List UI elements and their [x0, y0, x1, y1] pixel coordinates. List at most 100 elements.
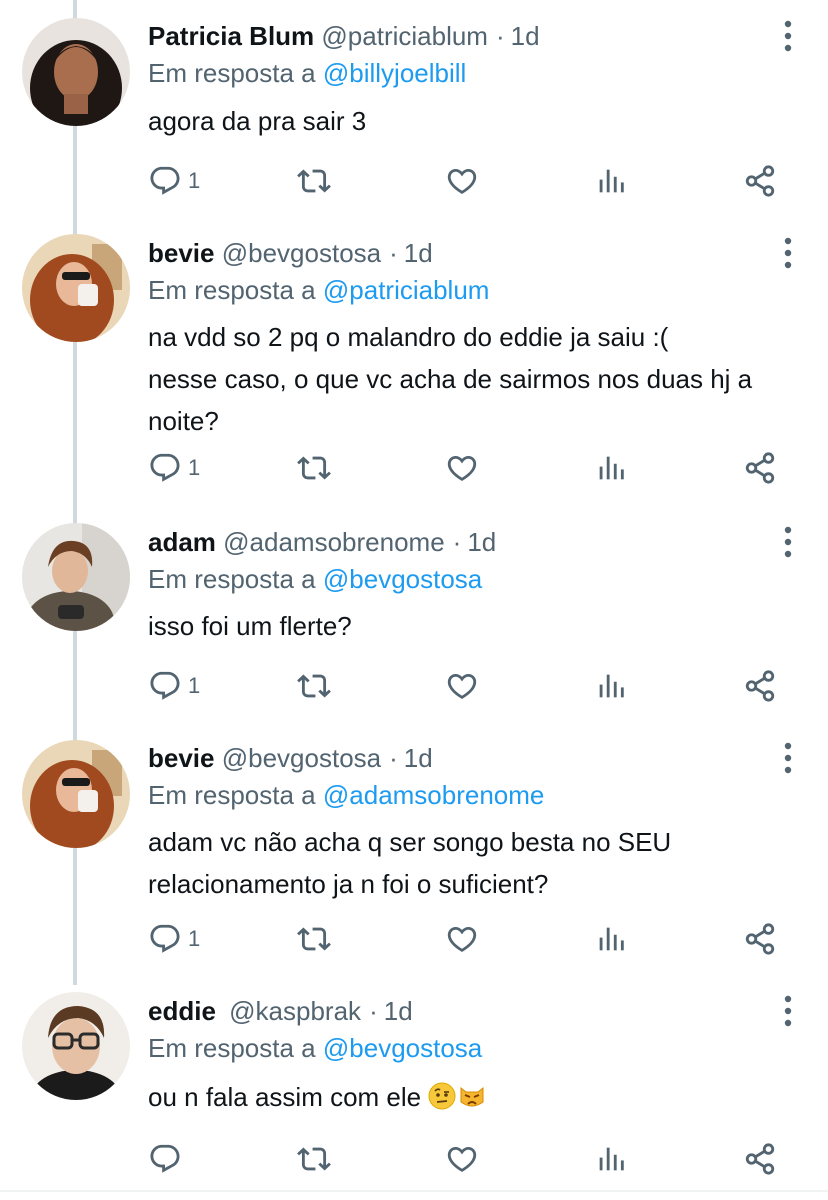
views-button[interactable] [594, 161, 628, 201]
retweet-button[interactable] [297, 448, 331, 488]
share-icon [743, 669, 777, 703]
retweet-button[interactable] [297, 1139, 331, 1179]
timestamp[interactable]: 1d [404, 743, 433, 773]
tweet-text-line: na vdd so 2 pq o malandro do eddie ja sa… [148, 322, 669, 352]
reply-prefix: Em resposta a [148, 564, 316, 594]
mention-link[interactable]: @adamsobrenome [323, 780, 545, 810]
share-button[interactable] [743, 919, 777, 959]
retweet-button[interactable] [297, 666, 331, 706]
share-button[interactable] [743, 666, 777, 706]
share-button[interactable] [743, 161, 777, 201]
share-icon [743, 451, 777, 485]
reply-icon [148, 922, 182, 956]
username[interactable]: @kaspbrak [229, 996, 361, 1026]
views-icon [594, 922, 628, 956]
more-options-icon[interactable] [778, 235, 798, 271]
like-button[interactable] [445, 1139, 479, 1179]
like-button[interactable] [445, 161, 479, 201]
reply-count: 1 [188, 168, 201, 193]
display-name[interactable]: bevie [148, 238, 215, 268]
reply-icon [148, 164, 182, 198]
share-icon [743, 922, 777, 956]
mention-link[interactable]: @bevgostosa [323, 564, 482, 594]
reply-icon [148, 451, 182, 485]
timestamp[interactable]: 1d [384, 996, 413, 1026]
reply-button[interactable]: 1 [148, 448, 200, 488]
reply-prefix: Em resposta a [148, 780, 316, 810]
tweet-header: adam @adamsobrenome · 1d [148, 524, 496, 560]
tweet-text: agora da pra sair 3 [148, 100, 798, 142]
action-bar: 1 [148, 666, 788, 706]
avatar[interactable] [22, 523, 130, 631]
more-options-icon[interactable] [778, 740, 798, 776]
more-options-icon[interactable] [778, 18, 798, 54]
share-button[interactable] [743, 448, 777, 488]
avatar[interactable] [22, 18, 130, 126]
reply-prefix: Em resposta a [148, 58, 316, 88]
like-icon [445, 164, 479, 198]
retweet-button[interactable] [297, 161, 331, 201]
tweet-text-line: agora da pra sair 3 [148, 106, 367, 136]
display-name[interactable]: Patricia Blum [148, 21, 314, 51]
views-button[interactable] [594, 919, 628, 959]
more-options-icon[interactable] [778, 524, 798, 560]
timestamp[interactable]: 1d [404, 238, 433, 268]
avatar[interactable] [22, 992, 130, 1100]
reply-button[interactable]: 1 [148, 666, 200, 706]
separator-dot: · [389, 743, 398, 773]
reply-button[interactable]: 1 [148, 161, 200, 201]
username[interactable]: @bevgostosa [222, 743, 381, 773]
display-name[interactable]: adam [148, 527, 216, 557]
reply-context: Em resposta a @adamsobrenome [148, 777, 544, 813]
retweet-button[interactable] [297, 919, 331, 959]
mention-link[interactable]: @patriciablum [323, 275, 490, 305]
display-name[interactable]: eddie [148, 996, 216, 1026]
action-bar: 1 [148, 448, 788, 488]
display-name[interactable]: bevie [148, 743, 215, 773]
like-button[interactable] [445, 919, 479, 959]
reply-icon [148, 669, 182, 703]
username[interactable]: @bevgostosa [222, 238, 381, 268]
reply-button[interactable] [148, 1139, 188, 1179]
reply-context: Em resposta a @patriciablum [148, 272, 489, 308]
retweet-icon [297, 922, 331, 956]
tweet-text-line: isso foi um flerte? [148, 611, 352, 641]
like-icon [445, 1142, 479, 1176]
username[interactable]: @adamsobrenome [223, 527, 445, 557]
mention-link[interactable]: @bevgostosa [323, 1033, 482, 1063]
reply-context: Em resposta a @bevgostosa [148, 561, 482, 597]
views-button[interactable] [594, 666, 628, 706]
avatar[interactable] [22, 234, 130, 342]
timestamp[interactable]: 1d [511, 21, 540, 51]
action-bar [148, 1139, 788, 1179]
timestamp[interactable]: 1d [467, 527, 496, 557]
avatar[interactable] [22, 740, 130, 848]
tweet-header: Patricia Blum @patriciablum · 1d [148, 18, 540, 54]
views-button[interactable] [594, 448, 628, 488]
separator-dot: · [452, 527, 462, 557]
retweet-icon [297, 669, 331, 703]
views-icon [594, 1142, 628, 1176]
tweet-text: na vdd so 2 pq o malandro do eddie ja sa… [148, 316, 798, 442]
reply-count: 1 [188, 455, 201, 480]
like-button[interactable] [445, 448, 479, 488]
share-button[interactable] [743, 1139, 777, 1179]
username[interactable]: @patriciablum [321, 21, 488, 51]
like-button[interactable] [445, 666, 479, 706]
reply-context: Em resposta a @bevgostosa [148, 1030, 482, 1066]
pouting-cat-emoji [460, 1086, 484, 1107]
tweet-text-line: relacionamento ja n foi o suficient? [148, 869, 549, 899]
separator-dot: · [495, 21, 505, 51]
views-icon [594, 164, 628, 198]
tweet-header: bevie @bevgostosa · 1d [148, 740, 433, 776]
mention-link[interactable]: @billyjoelbill [323, 58, 466, 88]
reply-count: 1 [188, 926, 201, 951]
reply-button[interactable]: 1 [148, 919, 200, 959]
tweet-text-line: noite? [148, 406, 219, 436]
tweet-header: bevie @bevgostosa · 1d [148, 235, 433, 271]
tweet-text-line: ou n fala assim com ele [148, 1082, 422, 1112]
like-icon [445, 922, 479, 956]
separator-dot: · [369, 996, 378, 1026]
views-button[interactable] [594, 1139, 628, 1179]
more-options-icon[interactable] [778, 993, 798, 1029]
